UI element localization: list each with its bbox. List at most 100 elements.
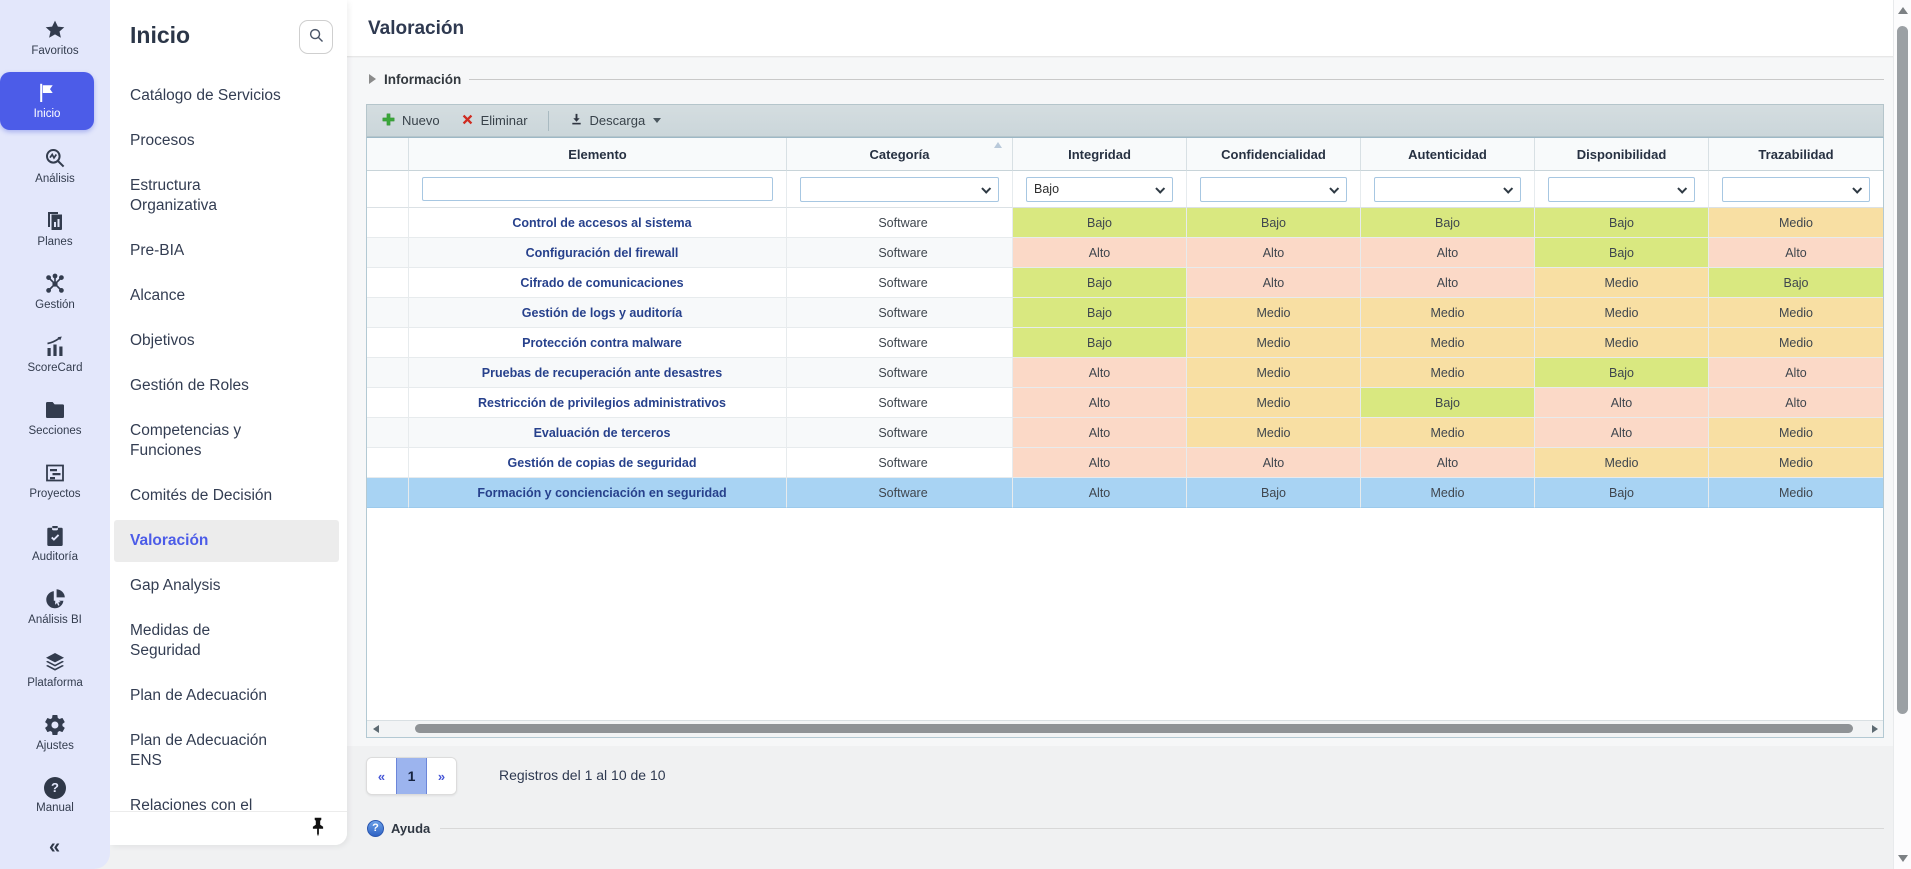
categoria-filter-select[interactable]	[800, 177, 999, 202]
row-selector-cell[interactable]	[367, 238, 409, 268]
elemento-link[interactable]: Evaluación de terceros	[534, 426, 671, 440]
rail-item-manual[interactable]: ?Manual	[0, 764, 110, 827]
rail-item-favoritos[interactable]: Favoritos	[0, 6, 110, 69]
column-header-disponibilidad[interactable]: Disponibilidad	[1535, 138, 1709, 171]
rail-item-inicio[interactable]: Inicio	[0, 72, 94, 130]
row-selector-cell[interactable]	[367, 418, 409, 448]
help-icon[interactable]: ?	[367, 820, 384, 837]
integridad-value-cell: Alto	[1013, 418, 1187, 448]
elemento-link[interactable]: Configuración del firewall	[526, 246, 679, 260]
table-row[interactable]: Control de accesos al sistemaSoftwareBaj…	[367, 208, 1883, 238]
scroll-left-button[interactable]	[367, 721, 384, 737]
current-page-button[interactable]: 1	[396, 758, 427, 794]
sidebar-item-plan-de-adecuacion-ens[interactable]: Plan de Adecuación ENS	[130, 731, 331, 771]
delete-button[interactable]: Eliminar	[452, 108, 536, 134]
confidencialidad-filter-select[interactable]	[1200, 177, 1347, 202]
elemento-link[interactable]: Protección contra malware	[522, 336, 682, 350]
row-selector-cell[interactable]	[367, 388, 409, 418]
table-row[interactable]: Evaluación de tercerosSoftwareAltoMedioM…	[367, 418, 1883, 448]
horizontal-scrollbar-thumb[interactable]	[415, 724, 1853, 733]
scroll-up-button[interactable]	[1894, 7, 1911, 14]
sidebar-item-alcance[interactable]: Alcance	[130, 286, 331, 306]
column-header-trazabilidad[interactable]: Trazabilidad	[1709, 138, 1883, 171]
new-button[interactable]: Nuevo	[373, 108, 448, 134]
collapse-section-icon[interactable]	[369, 74, 376, 84]
scroll-down-button[interactable]	[1894, 855, 1911, 862]
icon-rail-items: FavoritosInicioAnálisisPlanesGestión Scor…	[0, 6, 110, 827]
rail-item-label: Proyectos	[29, 488, 80, 501]
table-row[interactable]: Protección contra malwareSoftwareBajoMed…	[367, 328, 1883, 358]
table-row[interactable]: Gestión de copias de seguridadSoftwareAl…	[367, 448, 1883, 478]
sidebar-item-pre-bia[interactable]: Pre-BIA	[130, 241, 331, 261]
rail-item-analisis[interactable]: Análisis	[0, 134, 110, 197]
elemento-link[interactable]: Pruebas de recuperación ante desastres	[482, 366, 722, 380]
last-page-button[interactable]: »	[427, 758, 456, 794]
rail-item-plataforma[interactable]: Plataforma	[0, 638, 110, 701]
elemento-link[interactable]: Restricción de privilegios administrativ…	[478, 396, 726, 410]
sidebar-item-valoracion[interactable]: Valoración	[114, 520, 339, 562]
autenticidad-filter-select[interactable]	[1374, 177, 1521, 202]
sidebar-item-gap-analysis[interactable]: Gap Analysis	[130, 576, 331, 596]
vertical-scrollbar[interactable]	[1893, 0, 1911, 869]
column-header-confidencialidad[interactable]: Confidencialidad	[1187, 138, 1361, 171]
table-row[interactable]: Pruebas de recuperación ante desastresSo…	[367, 358, 1883, 388]
rail-item-label: ScoreCard	[28, 362, 83, 375]
sidebar-item-comites-de-decision[interactable]: Comités de Decisión	[130, 486, 331, 506]
rail-item-proyectos[interactable]: Proyectos	[0, 449, 110, 512]
elemento-link[interactable]: Formación y concienciación en seguridad	[477, 486, 726, 500]
elemento-link[interactable]: Gestión de logs y auditoría	[522, 306, 682, 320]
categoria-cell: Software	[787, 268, 1013, 298]
horizontal-scrollbar[interactable]	[367, 720, 1883, 737]
row-selector-cell[interactable]	[367, 358, 409, 388]
column-header-label: Elemento	[568, 147, 627, 162]
sidebar-item-gestion-de-roles[interactable]: Gestión de Roles	[130, 376, 331, 396]
categoria-cell: Software	[787, 478, 1013, 508]
rail-item-label: Manual	[36, 802, 74, 815]
column-header-integridad[interactable]: Integridad	[1013, 138, 1187, 171]
sidebar-item-plan-de-adecuacion[interactable]: Plan de Adecuación	[130, 686, 331, 706]
search-button[interactable]	[299, 20, 333, 54]
column-header-categoria[interactable]: Categoría	[787, 138, 1013, 171]
sidebar-item-catalogo-de-servicios[interactable]: Catálogo de Servicios	[130, 86, 331, 106]
vertical-scrollbar-thumb[interactable]	[1897, 26, 1908, 714]
rail-item-analisis-bi[interactable]: Análisis BI	[0, 575, 110, 638]
scroll-right-button[interactable]	[1866, 721, 1883, 737]
table-row[interactable]: Formación y concienciación en seguridad S…	[367, 478, 1883, 508]
pagination: « 1 »	[366, 757, 457, 795]
rail-item-gestion[interactable]: Gestión	[0, 260, 110, 323]
rail-item-auditoria[interactable]: Auditoría	[0, 512, 110, 575]
table-row[interactable]: Restricción de privilegios administrativ…	[367, 388, 1883, 418]
elemento-link[interactable]: Gestión de copias de seguridad	[508, 456, 697, 470]
rail-item-planes[interactable]: Planes	[0, 197, 110, 260]
integridad-filter-select[interactable]: Bajo	[1026, 177, 1173, 202]
row-selector-cell[interactable]	[367, 268, 409, 298]
row-selector-cell[interactable]	[367, 328, 409, 358]
rail-item-secciones[interactable]: Secciones	[0, 386, 110, 449]
row-selector-cell[interactable]	[367, 448, 409, 478]
pin-sidebar-button[interactable]	[305, 812, 331, 844]
row-selector-cell[interactable]	[367, 298, 409, 328]
sidebar-item-objetivos[interactable]: Objetivos	[130, 331, 331, 351]
elemento-filter-input[interactable]	[422, 177, 773, 201]
disponibilidad-filter-select[interactable]	[1548, 177, 1695, 202]
table-row[interactable]: Configuración del firewallSoftwareAltoAl…	[367, 238, 1883, 268]
column-header-autenticidad[interactable]: Autenticidad	[1361, 138, 1535, 171]
download-button[interactable]: Descarga	[561, 108, 670, 134]
first-page-button[interactable]: «	[367, 758, 396, 794]
table-row[interactable]: Gestión de logs y auditoríaSoftwareBajoM…	[367, 298, 1883, 328]
sidebar-item-procesos[interactable]: Procesos	[130, 131, 331, 151]
sidebar-item-competencias-y-funciones[interactable]: Competencias y Funciones	[130, 421, 331, 461]
row-selector-cell[interactable]	[367, 208, 409, 238]
layers-icon	[43, 650, 67, 674]
elemento-link[interactable]: Control de accesos al sistema	[512, 216, 691, 230]
elemento-link[interactable]: Cifrado de comunicaciones	[520, 276, 683, 290]
trazabilidad-filter-select[interactable]	[1722, 177, 1870, 202]
collapse-sidebar-button[interactable]: «	[49, 836, 61, 859]
row-selector-cell[interactable]	[367, 478, 409, 508]
sidebar-item-medidas-de-seguridad[interactable]: Medidas de Seguridad	[130, 621, 331, 661]
sidebar-item-estructura-organizativa[interactable]: Estructura Organizativa	[130, 176, 331, 216]
rail-item-scorecard[interactable]: ScoreCard	[0, 323, 110, 386]
column-header-elemento[interactable]: Elemento	[409, 138, 787, 171]
rail-item-ajustes[interactable]: Ajustes	[0, 701, 110, 764]
table-row[interactable]: Cifrado de comunicacionesSoftwareBajoAlt…	[367, 268, 1883, 298]
